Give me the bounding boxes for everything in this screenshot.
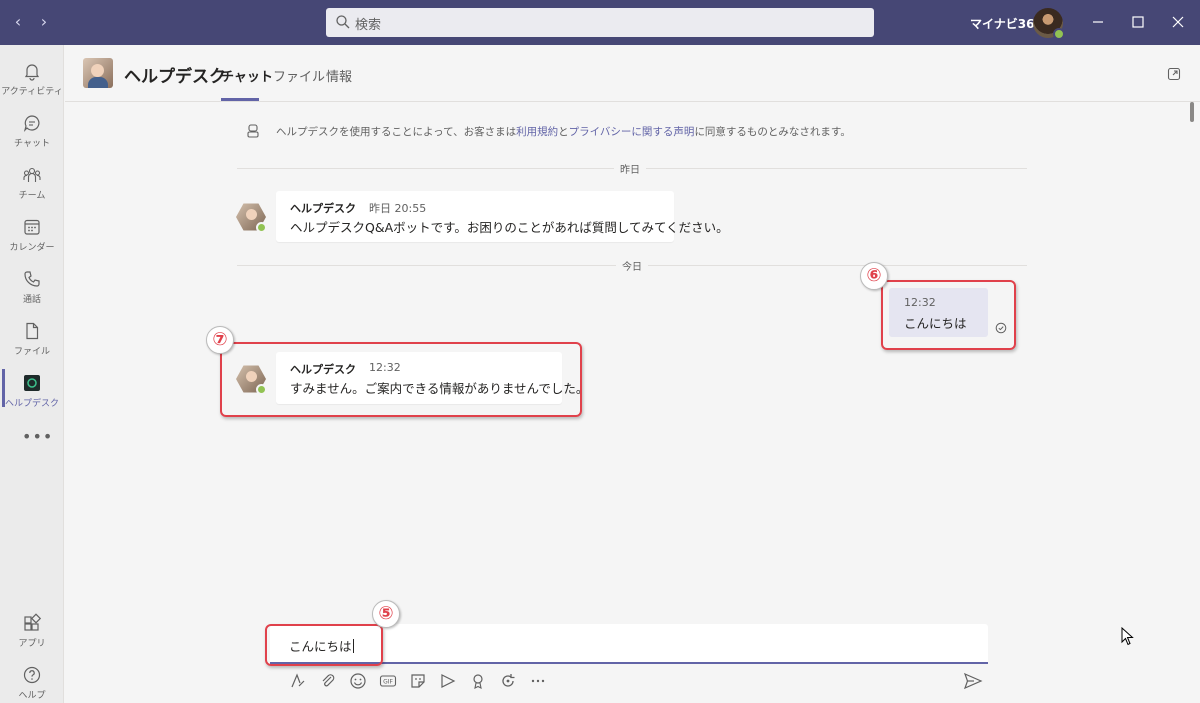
praise-icon[interactable] (469, 672, 487, 690)
format-icon[interactable] (289, 672, 307, 690)
avatar-body (88, 77, 108, 88)
back-arrow-icon[interactable]: ‹ (8, 12, 28, 32)
bot-info-icon (247, 124, 259, 138)
callout-number-5: ⑤ (372, 600, 400, 628)
send-icon[interactable] (963, 672, 983, 690)
rail-label: 通話 (22, 295, 41, 305)
message-bubble[interactable]: ヘルプデスク 12:32 すみません。ご案内できる情報がありませんでした。 (276, 352, 588, 404)
meet-now-icon[interactable] (439, 672, 457, 690)
terms-suffix: に同意するものとみなされます。 (694, 126, 851, 138)
rail-label: ヘルプデスク (4, 399, 59, 409)
helpdesk-app-icon (24, 375, 40, 391)
app-rail: アクティビティ チャット チーム カレンダー 通話 ファイル ヘルプデスク ••… (0, 45, 64, 703)
message-time: 12:32 (369, 361, 401, 374)
search-placeholder: 検索 (355, 18, 382, 33)
user-avatar[interactable] (1033, 8, 1065, 40)
apps-icon (24, 613, 42, 631)
read-receipt-icon (995, 322, 1007, 334)
scrollbar[interactable] (1190, 102, 1194, 122)
phone-icon (24, 271, 40, 287)
privacy-statement-link[interactable]: プライバシーに関する声明 (569, 126, 695, 138)
rail-label: カレンダー (9, 243, 55, 253)
message-sender: ヘルプデスク (290, 202, 356, 215)
help-icon (23, 666, 41, 684)
chat-header: ヘルプデスク チャット ファイル 情報 (65, 45, 1200, 102)
presence-available-icon (256, 384, 267, 395)
rail-item-files[interactable]: ファイル (0, 313, 64, 365)
terms-prefix: ヘルプデスクを使用することによって、お客さまは (276, 126, 517, 138)
rail-label: チーム (18, 191, 46, 201)
minimize-icon[interactable] (1088, 12, 1108, 32)
date-label-today: 今日 (616, 258, 648, 273)
sender-avatar[interactable] (236, 202, 267, 233)
terms-mid: と (558, 126, 569, 138)
message-bubble[interactable]: ヘルプデスク 昨日 20:55 ヘルプデスクQ&Aボットです。お困りのことがあれ… (276, 191, 729, 242)
terms-of-use-link[interactable]: 利用規約 (516, 126, 558, 138)
mouse-cursor-icon (1121, 627, 1134, 646)
more-options-icon[interactable] (529, 672, 547, 690)
more-apps-button[interactable]: ••• (22, 427, 53, 446)
message-sender: ヘルプデスク (290, 363, 356, 376)
rail-item-apps[interactable]: アプリ (0, 605, 64, 657)
org-name[interactable]: マイナビ365 (970, 15, 1043, 32)
message-time: 12:32 (904, 296, 936, 309)
text-caret (352, 639, 354, 653)
rail-item-calls[interactable]: 通話 (0, 261, 64, 313)
calendar-icon (24, 219, 40, 235)
rail-item-help[interactable]: ヘルプ (0, 657, 64, 703)
sender-avatar[interactable] (236, 364, 267, 395)
message-compose-input[interactable]: こんにちは (270, 624, 988, 664)
rail-item-activity[interactable]: アクティビティ (0, 53, 64, 105)
teams-icon (23, 167, 41, 182)
search-input[interactable]: 検索 (326, 8, 874, 37)
tab-chat[interactable]: チャット (221, 66, 273, 85)
search-icon (336, 15, 350, 29)
svg-text:GIF: GIF (383, 679, 393, 686)
presence-available-icon (1053, 28, 1065, 40)
rail-label: ヘルプ (18, 691, 46, 701)
my-message-bubble[interactable]: 12:32 こんにちは (889, 288, 988, 337)
emoji-icon[interactable] (349, 672, 367, 690)
maximize-icon[interactable] (1128, 12, 1148, 32)
callout-number-7: ⑦ (206, 326, 234, 354)
presence-available-icon (256, 222, 267, 233)
page-title: ヘルプデスク (124, 67, 226, 87)
callout-number-6: ⑥ (860, 262, 888, 290)
close-icon[interactable] (1168, 12, 1188, 32)
date-label-yesterday: 昨日 (614, 161, 646, 176)
attach-icon[interactable] (319, 672, 337, 690)
message-text: こんにちは (904, 316, 967, 331)
rail-item-helpdesk[interactable]: ヘルプデスク (0, 365, 64, 417)
active-tab-indicator (221, 98, 259, 101)
message-text: ヘルプデスクQ&Aボットです。お困りのことがあれば質問してみてください。 (290, 220, 729, 235)
rail-item-calendar[interactable]: カレンダー (0, 209, 64, 261)
chat-icon (23, 115, 40, 132)
avatar-face (91, 64, 104, 77)
message-text: すみません。ご案内できる情報がありませんでした。 (290, 381, 589, 396)
gif-icon[interactable]: GIF (379, 672, 397, 690)
rail-label: アクティビティ (1, 87, 63, 97)
rail-item-chat[interactable]: チャット (0, 105, 64, 157)
bot-avatar[interactable] (83, 58, 113, 88)
popout-icon[interactable] (1167, 67, 1181, 81)
compose-value: こんにちは (289, 636, 354, 655)
forward-arrow-icon[interactable]: › (34, 12, 54, 32)
tab-files[interactable]: ファイル (273, 66, 325, 85)
tab-info[interactable]: 情報 (326, 66, 352, 85)
avatar-face (246, 209, 257, 220)
avatar-face (246, 371, 257, 382)
rail-item-teams[interactable]: チーム (0, 157, 64, 209)
loop-icon[interactable] (499, 672, 517, 690)
sticker-icon[interactable] (409, 672, 427, 690)
message-time: 昨日 20:55 (369, 202, 427, 215)
rail-label: アプリ (18, 639, 46, 649)
terms-notice: ヘルプデスクを使用することによって、お客さまは利用規約とプライバシーに関する声明… (276, 124, 851, 139)
rail-label: チャット (14, 139, 50, 149)
file-icon (26, 322, 39, 340)
title-bar: ‹ › 検索 マイナビ365 (0, 0, 1200, 45)
rail-label: ファイル (13, 347, 50, 357)
bell-icon (24, 64, 40, 81)
compose-text: こんにちは (289, 639, 352, 654)
